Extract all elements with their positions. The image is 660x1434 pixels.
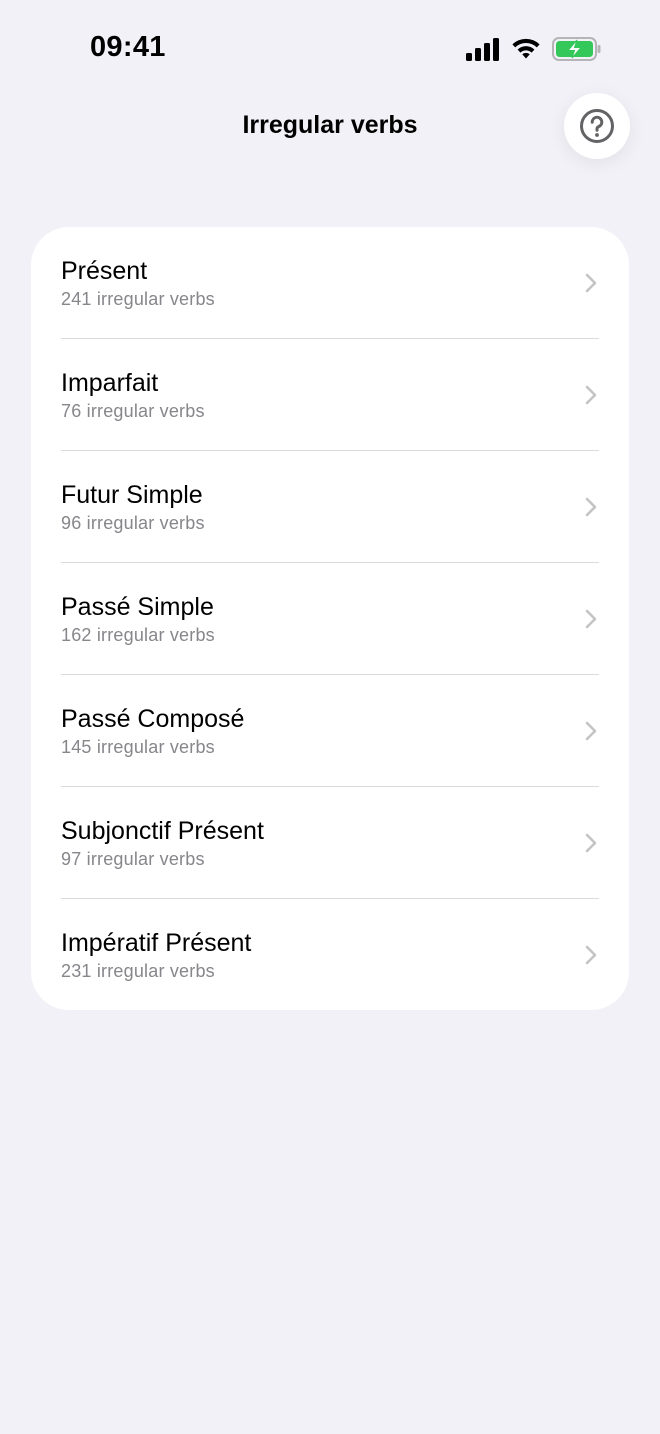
tense-name: Passé Simple xyxy=(61,593,214,621)
list-item-passe-compose[interactable]: Passé Composé 145 irregular verbs xyxy=(31,675,629,787)
chevron-right-icon xyxy=(585,497,597,517)
irregular-verb-count: 76 irregular verbs xyxy=(61,401,205,421)
status-time: 09:41 xyxy=(90,31,166,63)
cellular-signal-icon xyxy=(466,38,499,61)
chevron-right-icon xyxy=(585,721,597,741)
tense-name: Imparfait xyxy=(61,369,159,397)
irregular-verb-count: 96 irregular verbs xyxy=(61,513,205,533)
list-item-imperatif-present[interactable]: Impératif Présent 231 irregular verbs xyxy=(31,899,629,1010)
irregular-verb-count: 162 irregular verbs xyxy=(61,625,215,645)
chevron-right-icon xyxy=(585,833,597,853)
help-button[interactable] xyxy=(564,93,630,159)
chevron-right-icon xyxy=(585,273,597,293)
battery-charging-icon xyxy=(552,37,601,61)
irregular-verb-count: 231 irregular verbs xyxy=(61,961,215,981)
list-item-subjonctif-present[interactable]: Subjonctif Présent 97 irregular verbs xyxy=(31,787,629,899)
list-item-futur-simple[interactable]: Futur Simple 96 irregular verbs xyxy=(31,451,629,563)
page-title: Irregular verbs xyxy=(242,111,418,139)
chevron-right-icon xyxy=(585,609,597,629)
irregular-verb-count: 145 irregular verbs xyxy=(61,737,215,757)
irregular-verb-count: 97 irregular verbs xyxy=(61,849,205,869)
list-item-passe-simple[interactable]: Passé Simple 162 irregular verbs xyxy=(31,563,629,675)
tense-name: Présent xyxy=(61,257,148,285)
chevron-right-icon xyxy=(585,945,597,965)
status-icons xyxy=(466,34,602,64)
tense-name: Futur Simple xyxy=(61,481,203,509)
tense-name: Subjonctif Présent xyxy=(61,817,264,845)
list-item-present[interactable]: Présent 241 irregular verbs xyxy=(31,227,629,339)
question-circle-icon xyxy=(580,109,614,143)
irregular-verb-count: 241 irregular verbs xyxy=(61,289,215,309)
tense-list: Présent 241 irregular verbs Imparfait 76… xyxy=(31,227,629,1010)
status-bar: 09:41 xyxy=(0,0,660,96)
list-item-imparfait[interactable]: Imparfait 76 irregular verbs xyxy=(31,339,629,451)
tense-name: Impératif Présent xyxy=(61,929,252,957)
tense-name: Passé Composé xyxy=(61,705,245,733)
chevron-right-icon xyxy=(585,385,597,405)
wifi-icon xyxy=(512,38,540,59)
